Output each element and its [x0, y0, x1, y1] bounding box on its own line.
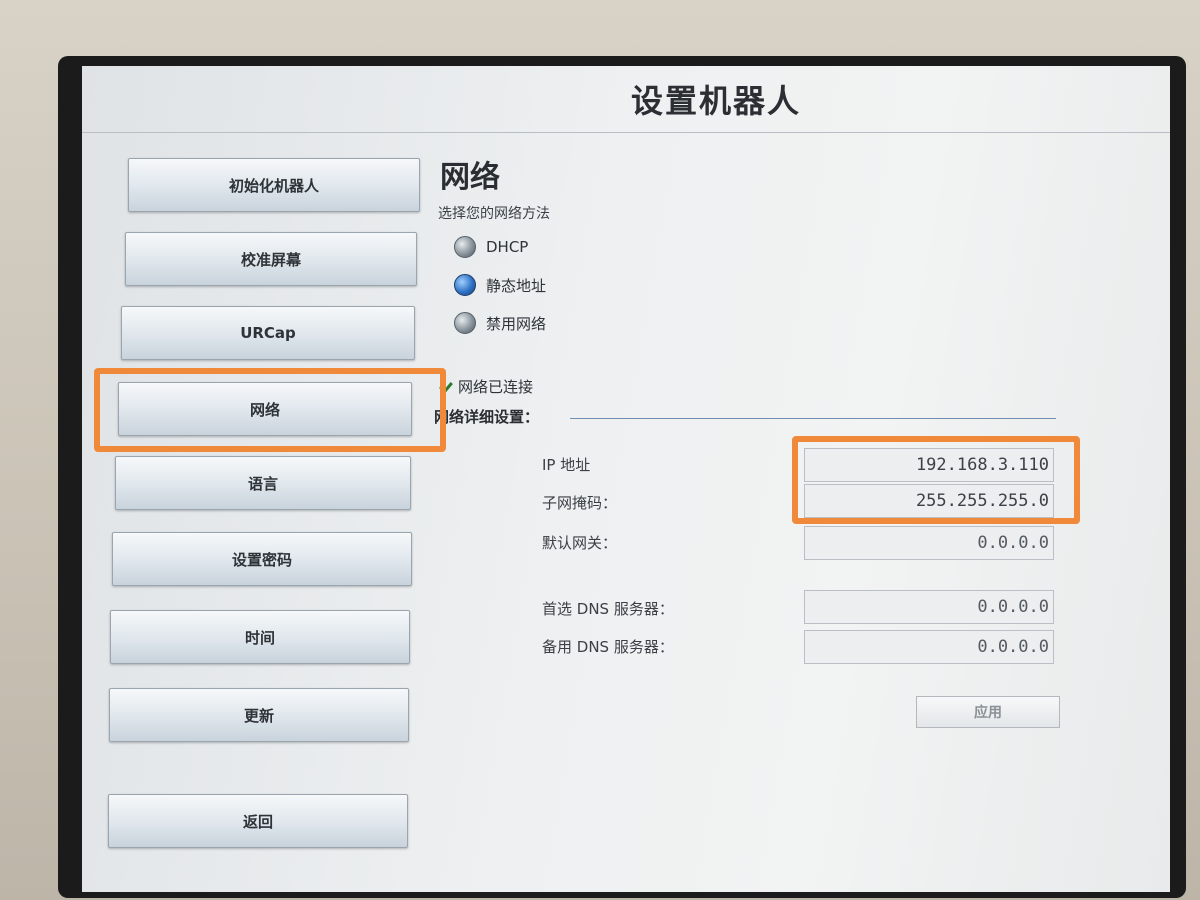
radio-option-disable[interactable]: 禁用网络 — [454, 312, 546, 334]
radio-option-static[interactable]: 静态地址 — [454, 274, 546, 296]
details-divider — [570, 418, 1056, 419]
sidebar-item-network[interactable]: 网络 — [118, 382, 412, 436]
apply-button[interactable]: 应用 — [916, 696, 1060, 728]
radio-icon[interactable] — [454, 236, 476, 258]
primary-dns-field[interactable]: 0.0.0.0 — [804, 590, 1054, 624]
secondary-dns-label: 备用 DNS 服务器： — [542, 638, 674, 656]
secondary-dns-field[interactable]: 0.0.0.0 — [804, 630, 1054, 664]
page-title: 设置机器人 — [630, 82, 801, 120]
sidebar-item-language[interactable]: 语言 — [115, 456, 411, 510]
radio-label: 静态地址 — [486, 276, 547, 295]
network-status: 网络已连接 — [440, 376, 533, 397]
radio-option-dhcp[interactable]: DHCP — [454, 236, 528, 258]
radio-label: 禁用网络 — [486, 314, 547, 333]
title-bar: 设置机器人 — [82, 66, 1170, 133]
back-button[interactable]: 返回 — [108, 794, 408, 848]
ip-address-field[interactable]: 192.168.3.110 — [804, 448, 1054, 482]
radio-icon[interactable] — [454, 312, 476, 334]
sidebar-item-initialize-robot[interactable]: 初始化机器人 — [128, 158, 420, 212]
details-header: 网络详细设置： — [434, 408, 540, 426]
primary-dns-label: 首选 DNS 服务器： — [542, 600, 674, 618]
check-icon — [440, 380, 450, 394]
screen: 设置机器人 初始化机器人 校准屏幕 URCap 网络 语言 设置密码 时间 更新… — [82, 66, 1170, 892]
sidebar-item-time[interactable]: 时间 — [110, 610, 410, 664]
sidebar-item-calibrate-screen[interactable]: 校准屏幕 — [125, 232, 417, 286]
default-gateway-label: 默认网关： — [542, 534, 618, 552]
ip-address-label: IP 地址 — [542, 456, 591, 474]
subnet-mask-label: 子网掩码： — [542, 494, 618, 512]
subnet-mask-field[interactable]: 255.255.255.0 — [804, 484, 1054, 518]
network-status-text: 网络已连接 — [458, 378, 534, 396]
default-gateway-field[interactable]: 0.0.0.0 — [804, 526, 1054, 560]
sidebar-item-update[interactable]: 更新 — [109, 688, 409, 742]
sidebar-item-urcap[interactable]: URCap — [121, 306, 415, 360]
sidebar-item-set-password[interactable]: 设置密码 — [112, 532, 412, 586]
section-title: 网络 — [440, 160, 500, 195]
method-prompt: 选择您的网络方法 — [438, 206, 550, 222]
radio-selected-icon[interactable] — [454, 274, 476, 296]
radio-label: DHCP — [486, 238, 529, 256]
